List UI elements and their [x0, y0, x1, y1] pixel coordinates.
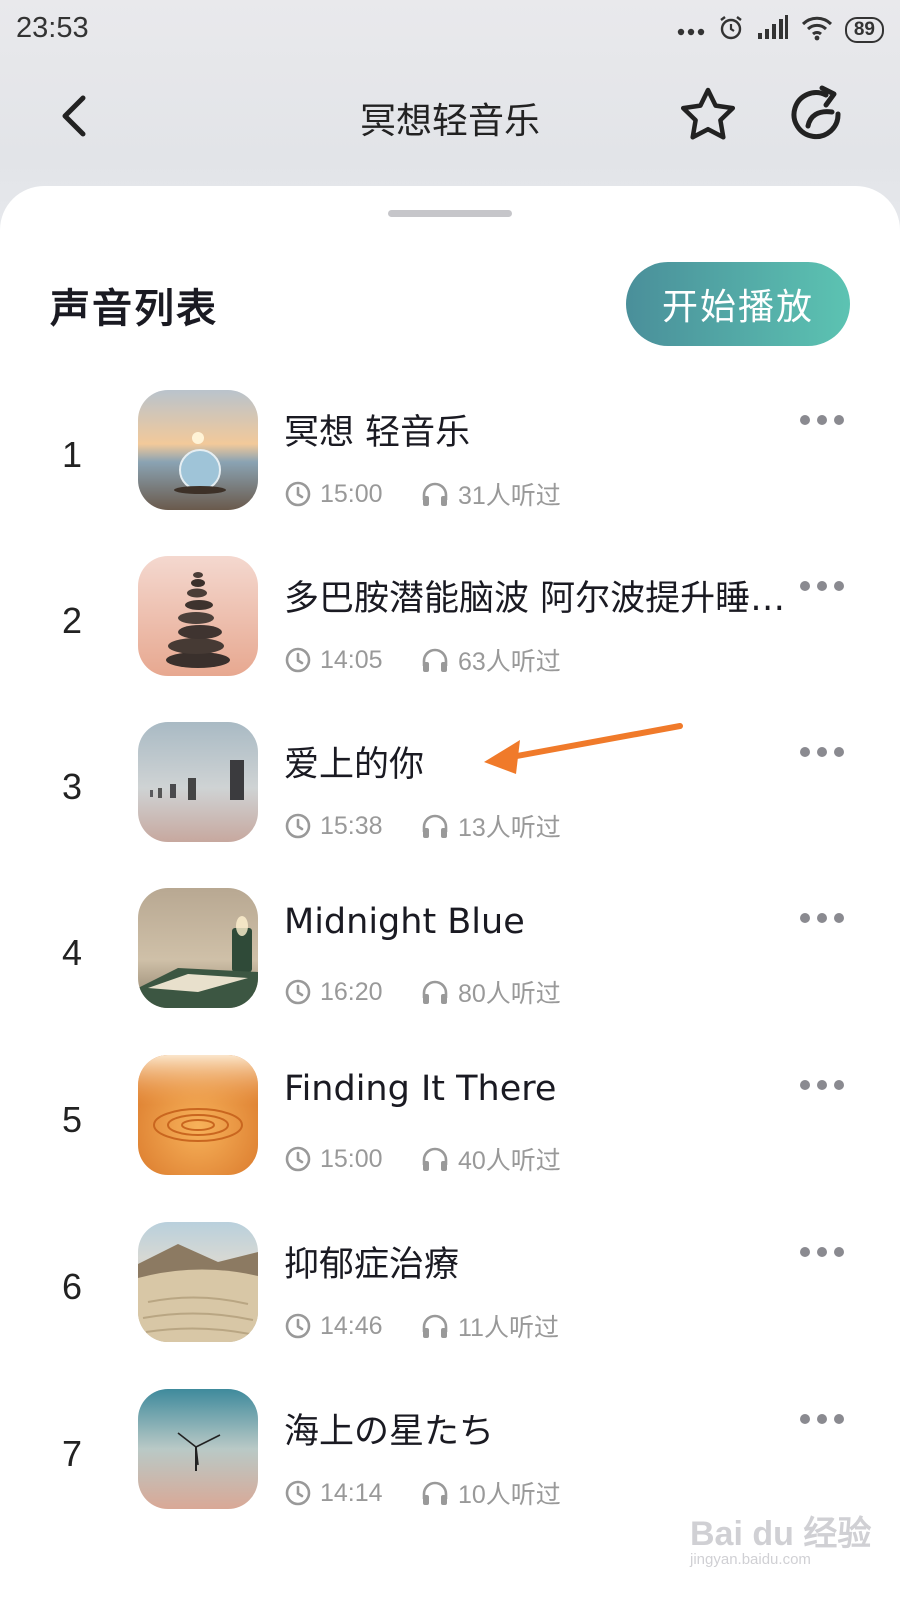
clock-icon — [285, 647, 311, 673]
more-icon[interactable] — [800, 576, 850, 596]
clock-icon — [285, 1480, 311, 1506]
track-row[interactable]: 2 多巴胺潜能脑波 阿尔波提升睡… 14:05 63人听过 — [0, 556, 900, 706]
track-listens: 40人听过 — [458, 1147, 561, 1175]
track-meta: 16:20 80人听过 — [284, 974, 561, 1010]
track-duration: 14:14 — [320, 1478, 383, 1507]
track-row[interactable]: 4 Midnight Blue 16:20 80人听过 — [0, 888, 900, 1038]
more-icon[interactable] — [800, 410, 850, 430]
track-cover — [138, 1389, 258, 1509]
more-icon[interactable] — [800, 1075, 850, 1095]
headphones-icon — [422, 1314, 448, 1338]
track-listens: 10人听过 — [458, 1481, 561, 1509]
headphones-icon — [422, 1481, 448, 1505]
headphones-icon — [422, 814, 448, 838]
track-listens: 13人听过 — [458, 814, 561, 842]
share-button[interactable] — [786, 84, 850, 148]
track-number: 2 — [62, 600, 83, 641]
battery-indicator: 89 — [844, 17, 884, 43]
track-row[interactable]: 1 冥想 轻音乐 15:00 31人听过 — [0, 390, 900, 540]
track-row[interactable]: 3 爱上的你 15:38 13人听过 — [0, 722, 900, 872]
status-time: 23:53 — [16, 12, 89, 44]
more-dots-icon — [677, 21, 705, 40]
track-number: 6 — [62, 1266, 83, 1307]
top-bar: 冥想轻音乐 — [0, 70, 900, 160]
clock-icon — [285, 979, 311, 1005]
track-title: 抑郁症治療 — [284, 1245, 460, 1285]
track-duration: 14:46 — [320, 1311, 383, 1340]
track-cover — [138, 1222, 258, 1342]
track-meta: 14:14 10人听过 — [284, 1475, 561, 1511]
track-duration: 15:00 — [320, 1144, 383, 1173]
signal-icon — [757, 15, 789, 45]
play-all-button[interactable]: 开始播放 — [626, 262, 850, 346]
more-icon[interactable] — [800, 742, 850, 762]
track-row[interactable]: 6 抑郁症治療 14:46 11人听过 — [0, 1222, 900, 1372]
track-cover — [138, 1055, 258, 1175]
track-meta: 14:05 63人听过 — [284, 642, 561, 678]
track-number: 7 — [62, 1433, 83, 1474]
share-icon — [791, 85, 841, 140]
track-meta: 15:00 31人听过 — [284, 476, 561, 512]
track-meta: 15:38 13人听过 — [284, 808, 561, 844]
status-bar: 23:53 89 — [0, 0, 900, 60]
more-icon[interactable] — [800, 908, 850, 928]
track-listens: 31人听过 — [458, 482, 561, 510]
track-meta: 14:46 11人听过 — [284, 1308, 559, 1344]
clock-icon — [285, 813, 311, 839]
track-title: 冥想 轻音乐 — [284, 413, 471, 453]
track-row[interactable]: 5 Finding It There 15:00 40人听过 — [0, 1055, 900, 1205]
sheet-drag-handle[interactable] — [388, 210, 512, 217]
track-cover — [138, 390, 258, 510]
track-duration: 15:38 — [320, 811, 383, 840]
track-listens: 63人听过 — [458, 648, 561, 676]
headphones-icon — [422, 1147, 448, 1171]
track-listens: 80人听过 — [458, 980, 561, 1008]
status-icons: 89 — [677, 12, 884, 48]
track-listens: 11人听过 — [458, 1314, 559, 1342]
wifi-icon — [801, 15, 833, 45]
track-title: 多巴胺潜能脑波 阿尔波提升睡… — [284, 579, 786, 619]
track-title: 海上の星たち — [284, 1412, 495, 1452]
clock-icon — [285, 1313, 311, 1339]
headphones-icon — [422, 482, 448, 506]
track-number: 5 — [62, 1099, 83, 1140]
track-duration: 15:00 — [320, 479, 383, 508]
alarm-icon — [717, 14, 745, 46]
track-title: Finding It There — [284, 1069, 557, 1109]
track-cover — [138, 722, 258, 842]
clock-icon — [285, 1146, 311, 1172]
track-duration: 14:05 — [320, 645, 383, 674]
track-number: 1 — [62, 434, 83, 475]
more-icon[interactable] — [800, 1242, 850, 1262]
track-duration: 16:20 — [320, 977, 383, 1006]
more-icon[interactable] — [800, 1409, 850, 1429]
headphones-icon — [422, 648, 448, 672]
annotation-arrow-icon — [484, 723, 683, 774]
watermark-text: Bai du 经验 — [690, 1515, 872, 1553]
favorite-button[interactable] — [676, 84, 740, 148]
track-cover — [138, 556, 258, 676]
star-icon — [680, 87, 736, 140]
clock-icon — [285, 481, 311, 507]
watermark: Bai du 经验 jingyan.baidu.com — [690, 1506, 871, 1568]
list-title: 声音列表 — [50, 276, 218, 334]
headphones-icon — [422, 980, 448, 1004]
track-title: Midnight Blue — [284, 902, 525, 942]
track-meta: 15:00 40人听过 — [284, 1141, 561, 1177]
track-number: 3 — [62, 766, 83, 807]
track-cover — [138, 888, 258, 1008]
watermark-url: jingyan.baidu.com — [690, 1551, 811, 1568]
track-number: 4 — [62, 932, 83, 973]
page-title: 冥想轻音乐 — [359, 101, 540, 142]
list-title-text: 声音列表 — [50, 286, 218, 332]
